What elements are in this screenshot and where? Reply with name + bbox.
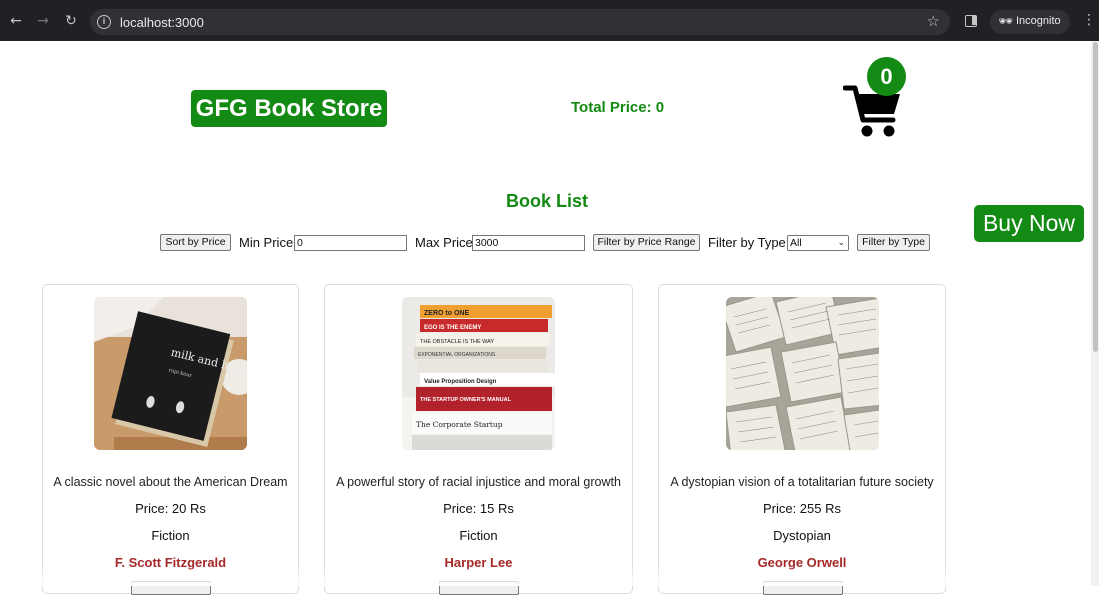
browser-toolbar: ← → ↻ i localhost:3000 ☆ 🕶 Incognito ⋮ xyxy=(0,0,1099,41)
url-text: localhost:3000 xyxy=(120,15,204,30)
book-card: ZERO to ONE EGO IS THE ENEMY THE OBSTACL… xyxy=(324,284,633,595)
book-price: Price: 255 Rs xyxy=(762,501,842,516)
book-cover-image: milk and honey rupi kaur xyxy=(94,297,247,450)
spine-text: EGO IS THE ENEMY xyxy=(424,325,481,331)
spine-text: Value Proposition Design xyxy=(424,379,497,385)
menu-kebab-icon[interactable]: ⋮ xyxy=(1082,12,1096,28)
book-description: A powerful story of racial injustice and… xyxy=(336,475,621,489)
incognito-badge[interactable]: 🕶 Incognito xyxy=(990,10,1070,34)
filter-by-type-button[interactable]: Filter by Type xyxy=(857,234,930,251)
book-card: milk and honey rupi kaur A classic novel… xyxy=(42,284,299,595)
spine-text: ZERO to ONE xyxy=(424,310,469,317)
book-type: Fiction xyxy=(459,528,498,543)
book-description: A classic novel about the American Dream xyxy=(53,475,288,489)
buy-now-button[interactable]: Buy Now xyxy=(974,205,1084,242)
spine-text: EXPONENTIAL ORGANIZATIONS xyxy=(418,352,496,358)
chevron-down-icon: ⌄ xyxy=(837,238,845,248)
address-bar[interactable]: i localhost:3000 ☆ xyxy=(90,9,950,35)
scrollbar-thumb[interactable] xyxy=(1093,42,1098,352)
sort-by-price-button[interactable]: Sort by Price xyxy=(160,234,231,251)
side-panel-icon[interactable] xyxy=(965,15,977,27)
incognito-icon: 🕶 xyxy=(998,14,1014,28)
book-type: Fiction xyxy=(151,528,190,543)
bookmark-star-icon[interactable]: ☆ xyxy=(927,12,940,30)
book-cover-image: ZERO to ONE EGO IS THE ENEMY THE OBSTACL… xyxy=(402,297,555,450)
reload-icon[interactable]: ↻ xyxy=(62,12,80,30)
book-card: A dystopian vision of a totalitarian fut… xyxy=(658,284,946,595)
book-price: Price: 20 Rs xyxy=(135,501,206,516)
filter-by-type-label: Filter by Type: xyxy=(708,235,790,250)
min-price-input[interactable]: 0 xyxy=(294,235,407,251)
book-cover-image xyxy=(726,297,879,450)
book-type: Dystopian xyxy=(773,528,831,543)
filter-type-select[interactable]: All ⌄ xyxy=(787,235,849,251)
forward-icon[interactable]: → xyxy=(34,12,52,30)
book-list-heading: Book List xyxy=(506,191,589,211)
spine-text: THE OBSTACLE IS THE WAY xyxy=(420,339,494,345)
max-price-label: Max Price: xyxy=(415,235,477,250)
filter-by-price-range-button[interactable]: Filter by Price Range xyxy=(593,234,700,251)
cart-count-badge: 0 xyxy=(867,57,906,96)
filter-type-selected: All xyxy=(790,237,802,249)
max-price-input[interactable]: 3000 xyxy=(472,235,585,251)
back-icon[interactable]: ← xyxy=(7,12,25,30)
book-price: Price: 15 Rs xyxy=(443,501,514,516)
min-price-label: Min Price: xyxy=(239,235,297,250)
bottom-fade xyxy=(0,566,1091,586)
spine-text: THE STARTUP OWNER'S MANUAL xyxy=(420,397,512,403)
site-info-icon[interactable]: i xyxy=(97,15,111,29)
incognito-label: Incognito xyxy=(1016,15,1061,27)
total-price: Total Price: 0 xyxy=(571,99,665,116)
spine-text: The Corporate Startup xyxy=(416,420,503,429)
store-title: GFG Book Store xyxy=(191,90,387,127)
book-description: A dystopian vision of a totalitarian fut… xyxy=(670,475,934,489)
